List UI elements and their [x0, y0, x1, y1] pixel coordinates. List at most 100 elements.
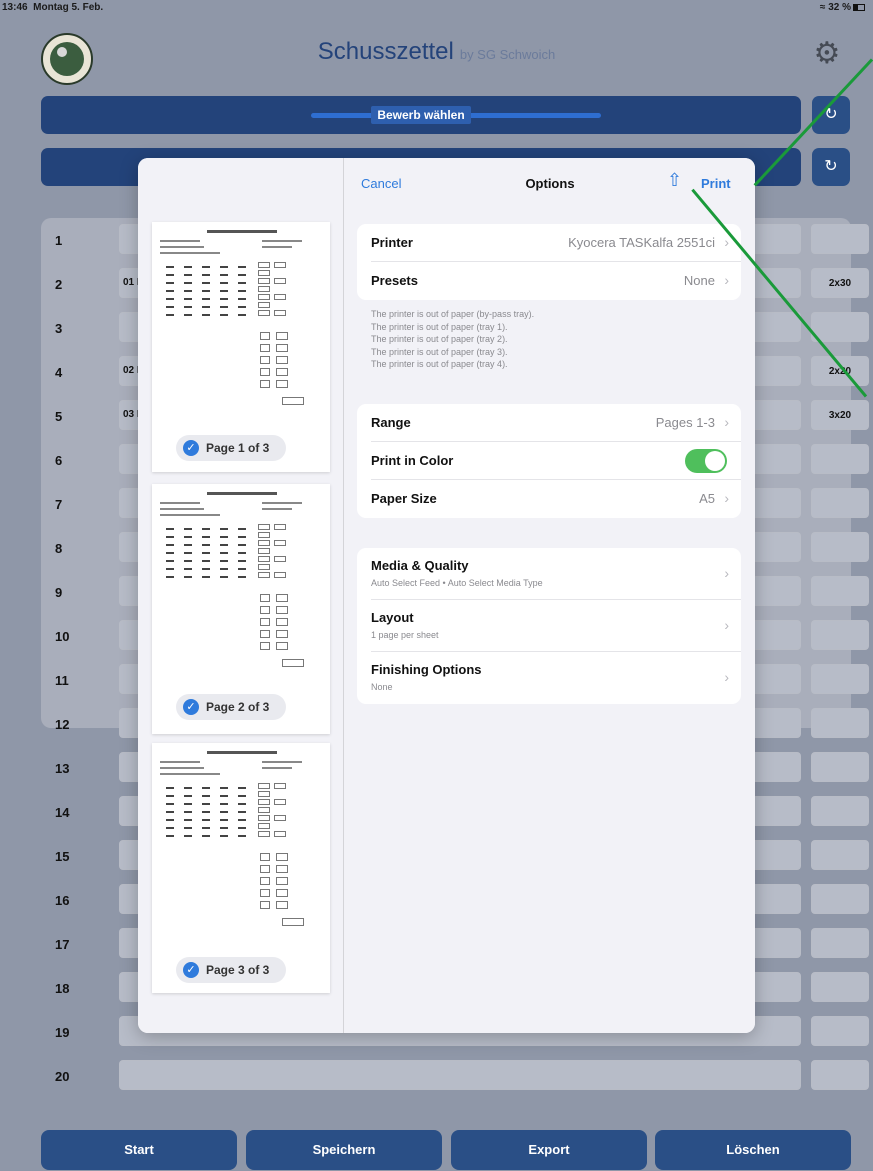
preview-mark	[220, 298, 228, 300]
page-thumbnail-3[interactable]	[152, 743, 330, 993]
printer-row[interactable]: Printer Kyocera TASKalfa 2551ci ›	[371, 224, 741, 262]
preview-mark	[166, 298, 174, 300]
media-quality-row[interactable]: Media & Quality Auto Select Feed • Auto …	[371, 548, 741, 600]
page-3-badge[interactable]: ✓ Page 3 of 3	[176, 957, 286, 983]
page-1-badge[interactable]: ✓ Page 1 of 3	[176, 435, 286, 461]
save-button[interactable]: Speichern	[246, 1130, 442, 1170]
preview-mark	[220, 795, 228, 797]
row-number: 8	[55, 541, 63, 556]
page-2-badge[interactable]: ✓ Page 2 of 3	[176, 694, 286, 720]
preview-mark	[202, 803, 210, 805]
preview-mark	[184, 552, 192, 554]
preview-mark	[160, 246, 204, 248]
shots-field[interactable]	[811, 620, 869, 650]
preview-mark	[274, 572, 286, 578]
preview-mark	[202, 560, 210, 562]
preview-mark	[238, 827, 246, 829]
printer-value: Kyocera TASKalfa 2551ci	[568, 235, 715, 250]
chevron-right-icon: ›	[724, 272, 729, 288]
shots-field[interactable]	[811, 488, 869, 518]
shots-field[interactable]	[811, 752, 869, 782]
row-number: 10	[55, 629, 70, 644]
preview-mark	[262, 767, 292, 769]
preview-mark	[220, 266, 228, 268]
preview-mark	[202, 298, 210, 300]
preview-mark	[238, 298, 246, 300]
options-panel: Cancel Options ⇧ Print Printer Kyocera T…	[345, 158, 755, 1033]
layout-label: Layout	[371, 610, 414, 625]
shots-field[interactable]	[811, 884, 869, 914]
export-button[interactable]: Export	[451, 1130, 647, 1170]
start-button[interactable]: Start	[41, 1130, 237, 1170]
share-icon[interactable]: ⇧	[667, 170, 685, 192]
chevron-right-icon: ›	[724, 490, 729, 506]
shots-field[interactable]	[811, 224, 869, 254]
row-number: 19	[55, 1025, 70, 1040]
preview-mark	[166, 803, 174, 805]
app-screen: 13:46 Montag 5. Feb. ≈ 32 % Schusszettel…	[0, 0, 873, 1171]
preview-mark	[274, 310, 286, 316]
layout-sub: 1 page per sheet	[371, 630, 439, 640]
preview-mark	[262, 246, 292, 248]
preview-mark	[166, 835, 174, 837]
shots-field[interactable]: 3x20	[811, 400, 869, 430]
paper-size-value: A5	[699, 491, 715, 506]
shots-field[interactable]	[811, 1060, 869, 1090]
shots-field[interactable]	[811, 532, 869, 562]
name-field[interactable]	[119, 1060, 801, 1090]
preview-mark	[202, 552, 210, 554]
paper-size-row[interactable]: Paper Size A5 ›	[371, 480, 741, 518]
shots-field[interactable]	[811, 444, 869, 474]
shots-field[interactable]: 2x20	[811, 356, 869, 386]
shots-field[interactable]	[811, 708, 869, 738]
shots-field[interactable]	[811, 840, 869, 870]
preview-mark	[160, 508, 204, 510]
print-in-color-toggle[interactable]	[685, 449, 727, 473]
settings-gear-icon[interactable]: ⚙	[812, 39, 842, 69]
preview-mark	[220, 560, 228, 562]
delete-button[interactable]: Löschen	[655, 1130, 851, 1170]
preview-mark	[258, 286, 270, 292]
layout-row[interactable]: Layout 1 page per sheet ›	[371, 600, 741, 652]
presets-row[interactable]: Presets None ›	[371, 262, 741, 300]
chevron-right-icon: ›	[724, 234, 729, 250]
preview-mark	[258, 540, 270, 546]
preview-mark	[166, 290, 174, 292]
preview-mark	[238, 787, 246, 789]
preview-mark	[276, 594, 288, 602]
shots-field[interactable]	[811, 796, 869, 826]
preview-mark	[274, 540, 286, 546]
status-bar: 13:46 Montag 5. Feb. ≈ 32 %	[0, 0, 873, 22]
preview-mark	[238, 568, 246, 570]
competition-select-bar[interactable]: Bewerb wählen	[41, 96, 801, 134]
print-button[interactable]: Print	[701, 176, 731, 191]
preview-mark	[202, 306, 210, 308]
preview-mark	[260, 368, 270, 376]
preview-mark	[238, 795, 246, 797]
shots-field[interactable]	[811, 928, 869, 958]
row-number: 6	[55, 453, 63, 468]
competition-select-label: Bewerb wählen	[371, 106, 471, 124]
row-number: 20	[55, 1069, 70, 1084]
presets-label: Presets	[371, 273, 418, 288]
shots-field[interactable]	[811, 576, 869, 606]
shots-field[interactable]	[811, 312, 869, 342]
shots-field[interactable]	[811, 1016, 869, 1046]
preview-mark	[220, 536, 228, 538]
shots-field[interactable]: 2x30	[811, 268, 869, 298]
range-label: Range	[371, 415, 411, 430]
refresh-second-button[interactable]: ↻	[812, 148, 850, 186]
preview-mark	[260, 344, 270, 352]
shots-field[interactable]	[811, 664, 869, 694]
row-number: 5	[55, 409, 63, 424]
preview-mark	[184, 274, 192, 276]
preview-mark	[276, 642, 288, 650]
range-row[interactable]: Range Pages 1-3 ›	[371, 404, 741, 442]
finishing-options-row[interactable]: Finishing Options None ›	[371, 652, 741, 704]
shots-field[interactable]	[811, 972, 869, 1002]
preview-mark	[260, 630, 270, 638]
preview-mark	[262, 761, 302, 763]
row-number: 7	[55, 497, 63, 512]
preview-mark	[238, 536, 246, 538]
table-row[interactable]: 20	[41, 1060, 869, 1094]
